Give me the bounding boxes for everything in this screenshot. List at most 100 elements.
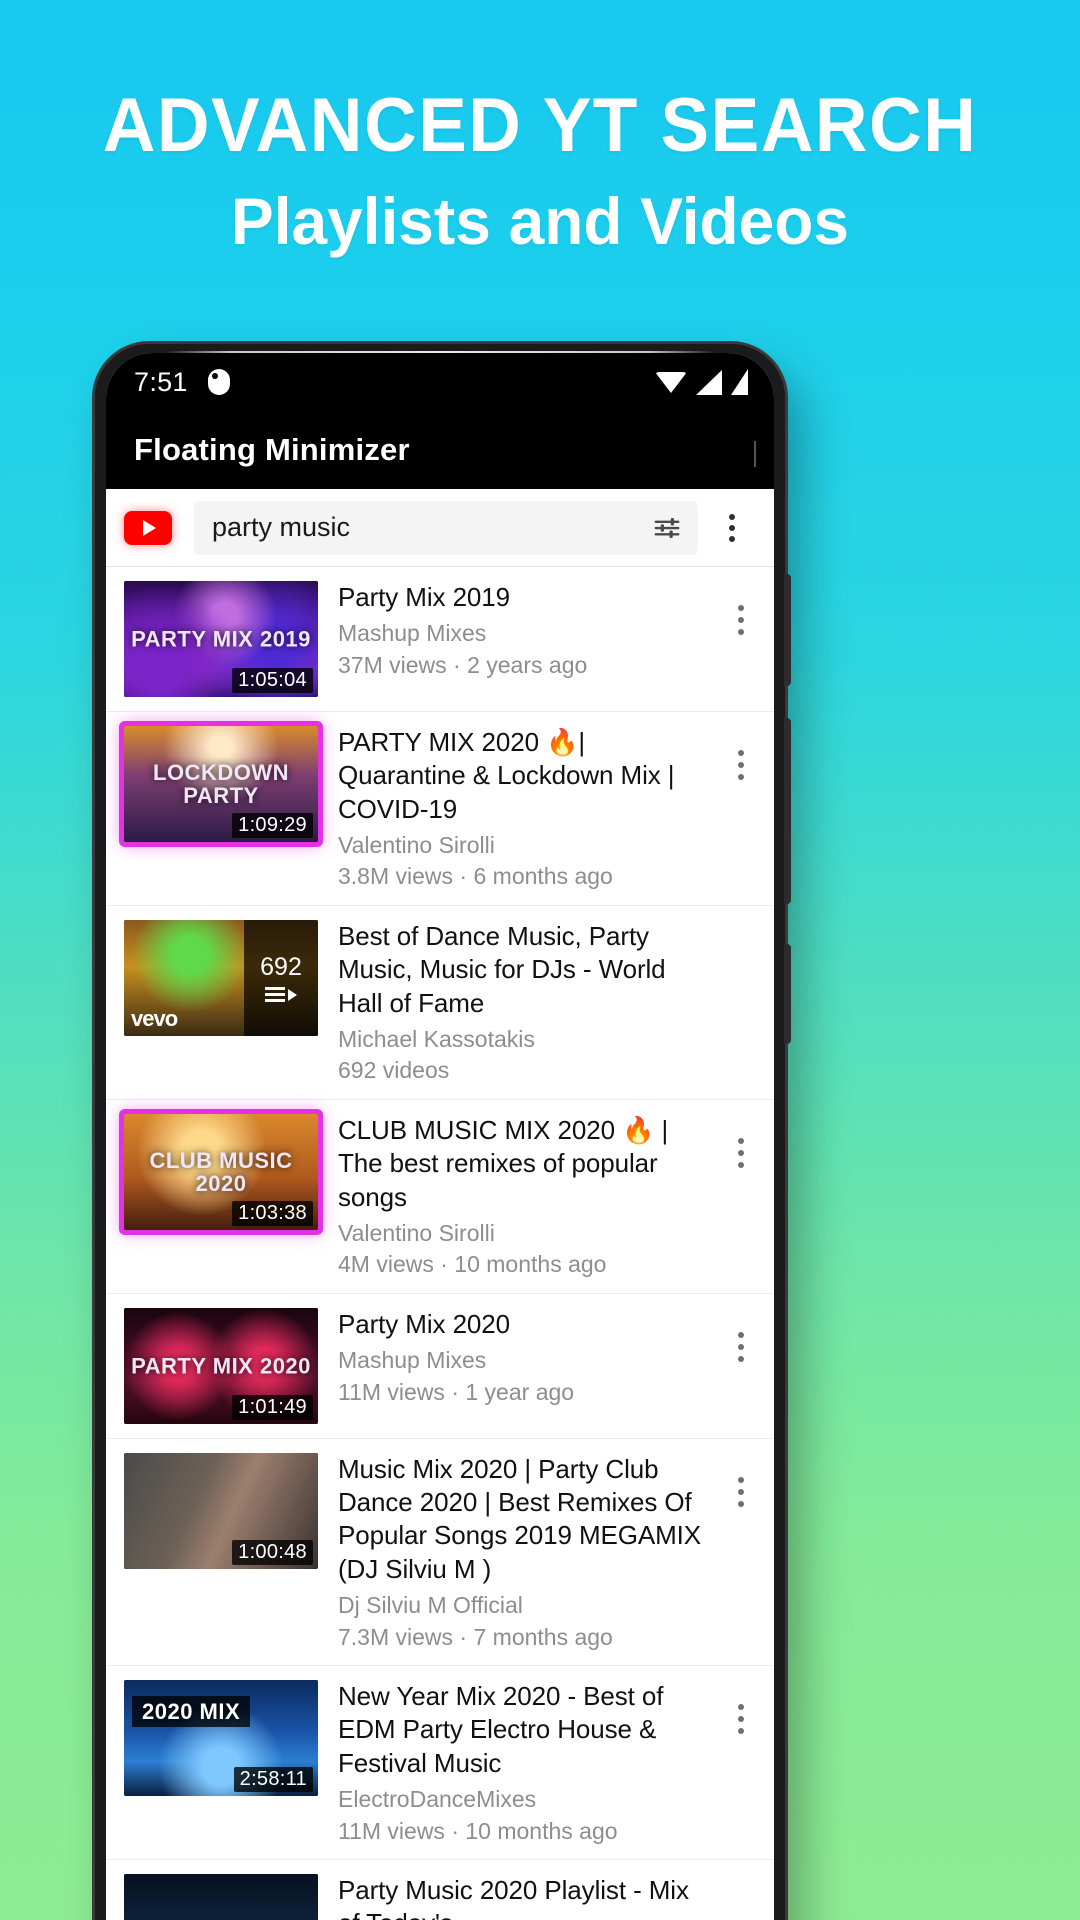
status-icons bbox=[655, 369, 748, 395]
video-thumbnail[interactable]: 1:00:48 bbox=[124, 1452, 318, 1569]
channel-name: Dj Silviu M Official bbox=[338, 1592, 523, 1619]
notification-icon bbox=[207, 369, 230, 395]
video-thumbnail[interactable]: PARTY MIX 2020 1:01:49 bbox=[124, 1307, 318, 1424]
thumbnail-label: PARTY MIX 2020 bbox=[131, 1353, 311, 1379]
video-title[interactable]: New Year Mix 2020 - Best of EDM Party El… bbox=[338, 1680, 712, 1780]
duration-badge: 1:00:48 bbox=[232, 1539, 313, 1565]
channel-name: Valentino Sirolli bbox=[338, 1219, 495, 1246]
video-thumbnail[interactable]: PARTY MIX 2019 1:05:04 bbox=[124, 581, 318, 697]
video-title[interactable]: Party Mix 2019 bbox=[338, 581, 712, 614]
channel-name: Michael Kassotakis bbox=[338, 1025, 535, 1052]
list-item[interactable]: vevo 692 Best of Dance Music, Party Musi… bbox=[106, 906, 774, 1100]
result-meta: PARTY MIX 2020 🔥| Quarantine & Lockdown … bbox=[318, 726, 718, 891]
channel-name: Mashup Mixes bbox=[338, 1347, 487, 1374]
duration-badge: 2:58:11 bbox=[233, 1767, 313, 1793]
app-bar: Floating Minimizer bbox=[106, 411, 774, 489]
video-title[interactable]: Party Music 2020 Playlist - Mix of Today… bbox=[338, 1874, 712, 1920]
search-bar: party music bbox=[106, 489, 774, 567]
list-item[interactable]: 2020 MIX 2:58:11 New Year Mix 2020 - Bes… bbox=[106, 1666, 774, 1861]
status-time: 7:51 bbox=[134, 366, 188, 397]
list-item[interactable]: 1:00:48 Music Mix 2020 | Party Club Danc… bbox=[106, 1439, 774, 1667]
channel-name: Valentino Sirolli bbox=[338, 831, 495, 858]
video-stats: 3.8M views · 6 months ago bbox=[338, 863, 613, 890]
thumbnail-wrap[interactable]: 1:00:48 bbox=[124, 1452, 318, 1569]
phone-side-button-power bbox=[784, 944, 791, 1044]
video-stats: 4M views · 10 months ago bbox=[338, 1251, 607, 1278]
thumbnail-wrap[interactable]: LOCKDOWN PARTY 1:09:29 bbox=[124, 726, 318, 842]
youtube-logo-icon[interactable] bbox=[124, 510, 172, 545]
video-stats: 11M views · 1 year ago bbox=[338, 1378, 575, 1405]
app-bar-edge-marker bbox=[754, 441, 756, 467]
thumbnail-wrap[interactable]: PARTY MIX 2019 1:05:04 bbox=[124, 581, 318, 697]
video-title[interactable]: Music Mix 2020 | Party Club Dance 2020 |… bbox=[338, 1453, 712, 1586]
thumbnail-label: PARTY MIX 2019 bbox=[131, 626, 311, 652]
channel-name: Mashup Mixes bbox=[338, 620, 487, 647]
duration-badge: 1:09:29 bbox=[232, 813, 313, 838]
kebab-menu-icon[interactable] bbox=[704, 500, 760, 556]
playlist-title[interactable]: Best of Dance Music, Party Music, Music … bbox=[338, 920, 712, 1020]
result-meta: New Year Mix 2020 - Best of EDM Party El… bbox=[318, 1680, 718, 1845]
row-kebab-menu-icon[interactable] bbox=[718, 1704, 764, 1735]
thumbnail-label: LOCKDOWN PARTY bbox=[153, 759, 289, 808]
wifi-icon bbox=[655, 371, 687, 393]
status-bar: 7:51 bbox=[106, 353, 774, 411]
search-input[interactable]: party music bbox=[194, 500, 698, 555]
video-title[interactable]: Party Mix 2020 bbox=[338, 1308, 712, 1341]
playlist-icon bbox=[265, 987, 297, 1003]
battery-icon bbox=[731, 369, 748, 395]
duration-badge: 1:01:49 bbox=[232, 1394, 313, 1420]
promo-headline: ADVANCED YT SEARCH bbox=[102, 83, 978, 168]
phone-side-button-volume-down bbox=[784, 718, 791, 904]
app-title: Floating Minimizer bbox=[134, 432, 410, 467]
video-title[interactable]: CLUB MUSIC MIX 2020 🔥 | The best remixes… bbox=[338, 1114, 712, 1214]
promo-banner: ADVANCED YT SEARCH Playlists and Videos bbox=[0, 83, 1080, 258]
video-stats: 11M views · 10 months ago bbox=[338, 1817, 618, 1844]
thumbnail-label: CLUB MUSIC 2020 bbox=[149, 1147, 293, 1196]
video-thumbnail[interactable]: 2020 MIX 2:58:11 bbox=[124, 1680, 318, 1797]
duration-badge: 1:03:38 bbox=[232, 1200, 313, 1226]
thumbnail-label: 2020 MIX bbox=[132, 1696, 251, 1728]
list-item[interactable]: Party Music 2020 Playlist - Mix of Today… bbox=[106, 1860, 774, 1920]
playlist-stats: 692 videos bbox=[338, 1057, 450, 1084]
video-thumbnail[interactable]: LOCKDOWN PARTY 1:09:29 bbox=[124, 726, 318, 842]
promo-subheadline: Playlists and Videos bbox=[231, 184, 849, 258]
result-meta: Party Mix 2020 Mashup Mixes 11M views · … bbox=[318, 1308, 718, 1406]
video-stats: 7.3M views · 7 months ago bbox=[338, 1623, 613, 1650]
thumbnail-wrap[interactable]: PARTY MIX 2020 1:01:49 bbox=[124, 1307, 318, 1424]
thumbnail-wrap[interactable]: vevo 692 bbox=[124, 919, 318, 1036]
phone-side-button-volume-up bbox=[784, 574, 791, 686]
playlist-video-count: 692 bbox=[260, 953, 302, 982]
row-kebab-menu-icon[interactable] bbox=[718, 1137, 764, 1168]
signal-icon bbox=[696, 369, 722, 395]
row-kebab-menu-icon[interactable] bbox=[718, 1476, 764, 1507]
search-input-value[interactable]: party music bbox=[212, 512, 650, 543]
thumbnail-wrap[interactable] bbox=[124, 1874, 318, 1920]
row-kebab-menu-icon[interactable] bbox=[718, 750, 764, 780]
result-meta: Music Mix 2020 | Party Club Dance 2020 |… bbox=[318, 1453, 718, 1651]
list-item[interactable]: CLUB MUSIC 2020 1:03:38 CLUB MUSIC MIX 2… bbox=[106, 1100, 774, 1294]
duration-badge: 1:05:04 bbox=[232, 668, 313, 693]
thumbnail-wrap[interactable]: 2020 MIX 2:58:11 bbox=[124, 1680, 318, 1797]
playlist-thumbnail[interactable]: vevo 692 bbox=[124, 919, 318, 1036]
video-thumbnail[interactable]: CLUB MUSIC 2020 1:03:38 bbox=[124, 1113, 318, 1230]
thumbnail-wrap[interactable]: CLUB MUSIC 2020 1:03:38 bbox=[124, 1113, 318, 1230]
result-meta: Party Mix 2019 Mashup Mixes 37M views · … bbox=[318, 581, 718, 679]
phone-screen: 7:51 Floating Minimizer party music PART… bbox=[106, 353, 774, 1920]
video-stats: 37M views · 2 years ago bbox=[338, 651, 588, 678]
vevo-badge: vevo bbox=[131, 1005, 178, 1031]
list-item[interactable]: PARTY MIX 2019 1:05:04 Party Mix 2019 Ma… bbox=[106, 567, 774, 712]
tune-icon[interactable] bbox=[650, 513, 684, 543]
search-results-list[interactable]: PARTY MIX 2019 1:05:04 Party Mix 2019 Ma… bbox=[106, 567, 774, 1920]
video-thumbnail[interactable] bbox=[124, 1874, 318, 1920]
result-meta: Party Music 2020 Playlist - Mix of Today… bbox=[318, 1874, 718, 1920]
result-meta: Best of Dance Music, Party Music, Music … bbox=[318, 920, 718, 1085]
row-kebab-menu-icon[interactable] bbox=[718, 605, 764, 635]
row-kebab-menu-icon[interactable] bbox=[718, 1331, 764, 1362]
channel-name: ElectroDanceMixes bbox=[338, 1786, 537, 1812]
list-item[interactable]: LOCKDOWN PARTY 1:09:29 PARTY MIX 2020 🔥|… bbox=[106, 712, 774, 906]
playlist-overlay: 692 bbox=[244, 919, 318, 1036]
result-meta: CLUB MUSIC MIX 2020 🔥 | The best remixes… bbox=[318, 1114, 718, 1279]
thumbnail-art bbox=[124, 1874, 318, 1920]
list-item[interactable]: PARTY MIX 2020 1:01:49 Party Mix 2020 Ma… bbox=[106, 1294, 774, 1439]
video-title[interactable]: PARTY MIX 2020 🔥| Quarantine & Lockdown … bbox=[338, 726, 712, 826]
